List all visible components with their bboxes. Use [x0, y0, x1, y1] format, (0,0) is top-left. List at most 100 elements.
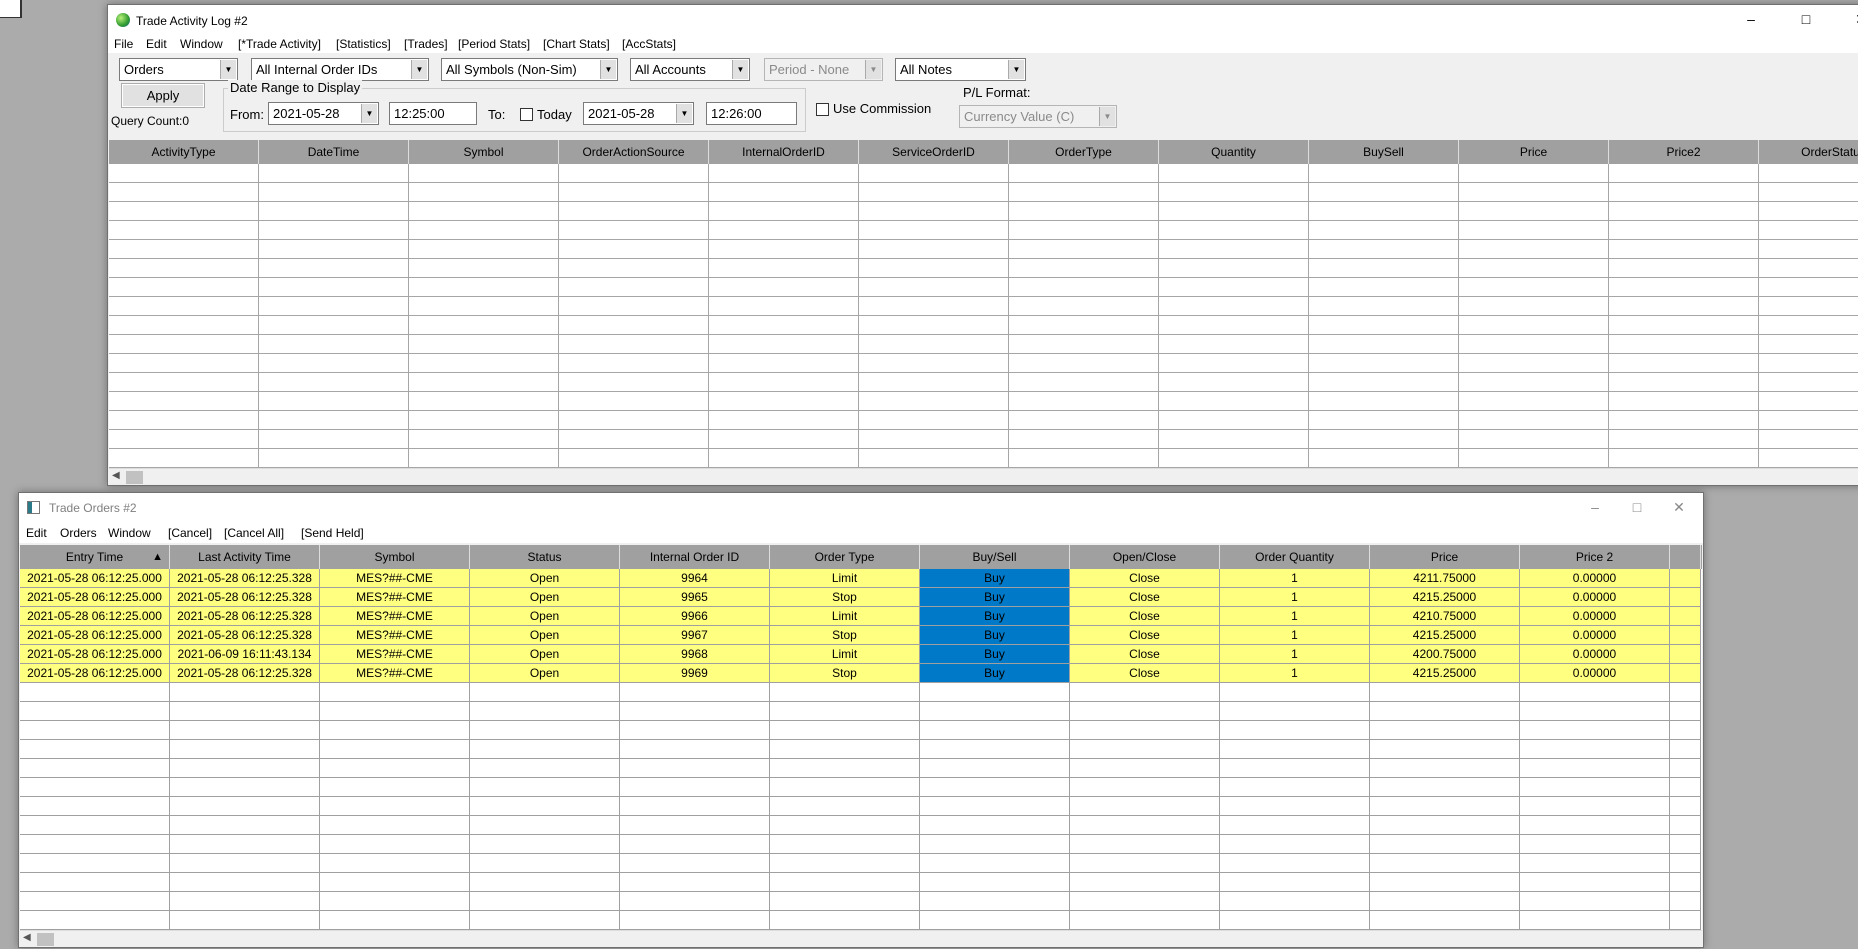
table-cell[interactable]: 9967	[620, 626, 770, 645]
table-cell[interactable]	[259, 259, 409, 278]
table-cell[interactable]	[1370, 873, 1520, 892]
table-cell[interactable]	[1609, 183, 1759, 202]
table-cell[interactable]: 0.00000	[1520, 626, 1670, 645]
table-cell[interactable]	[859, 183, 1009, 202]
table-cell[interactable]	[409, 430, 559, 449]
table-cell[interactable]: Close	[1070, 607, 1220, 626]
table-cell[interactable]	[1370, 759, 1520, 778]
table-cell[interactable]	[1459, 221, 1609, 240]
table-cell[interactable]	[259, 221, 409, 240]
table-cell[interactable]: 2021-05-28 06:12:25.000	[20, 607, 170, 626]
table-cell[interactable]: MES?##-CME	[320, 607, 470, 626]
table-row[interactable]	[109, 297, 1858, 316]
table-row[interactable]	[109, 411, 1858, 430]
column-header[interactable]: Price2	[1609, 140, 1759, 164]
table-cell[interactable]: Open	[470, 569, 620, 588]
table-cell[interactable]	[20, 683, 170, 702]
table-cell[interactable]	[1520, 873, 1670, 892]
table-cell[interactable]	[1309, 221, 1459, 240]
table-cell[interactable]	[709, 297, 859, 316]
table-cell[interactable]: 9964	[620, 569, 770, 588]
table-cell[interactable]: Close	[1070, 569, 1220, 588]
table-cell[interactable]	[1609, 373, 1759, 392]
table-cell[interactable]: Stop	[770, 588, 920, 607]
table-cell[interactable]	[709, 392, 859, 411]
menu-period-stats[interactable]: [Period Stats]	[458, 37, 530, 51]
use-commission-checkbox[interactable]	[816, 103, 829, 116]
menu-cancel[interactable]: [Cancel]	[168, 526, 212, 540]
table-cell[interactable]: 4215.25000	[1370, 626, 1520, 645]
table-cell[interactable]	[770, 911, 920, 930]
table-cell[interactable]: MES?##-CME	[320, 569, 470, 588]
table-cell[interactable]	[1520, 854, 1670, 873]
table-cell[interactable]	[470, 740, 620, 759]
table-cell[interactable]	[559, 354, 709, 373]
table-cell[interactable]	[1220, 911, 1370, 930]
table-cell[interactable]	[559, 316, 709, 335]
table-cell[interactable]	[320, 778, 470, 797]
table-cell[interactable]: Stop	[770, 664, 920, 683]
table-cell[interactable]	[709, 335, 859, 354]
column-header[interactable]: BuySell	[1309, 140, 1459, 164]
table-cell[interactable]	[1459, 392, 1609, 411]
table-cell[interactable]	[409, 278, 559, 297]
table-cell[interactable]	[859, 411, 1009, 430]
table-cell[interactable]	[1220, 816, 1370, 835]
table-cell[interactable]	[1009, 335, 1159, 354]
table-cell[interactable]	[1520, 721, 1670, 740]
table-cell[interactable]	[1159, 202, 1309, 221]
table-cell[interactable]: Buy	[920, 569, 1070, 588]
table-cell[interactable]	[170, 797, 320, 816]
table-cell[interactable]: 4210.75000	[1370, 607, 1520, 626]
table-cell[interactable]	[1609, 202, 1759, 221]
table-cell[interactable]	[1370, 816, 1520, 835]
scroll-left-icon[interactable]: ◀	[23, 932, 31, 943]
column-header[interactable]: Status	[470, 545, 620, 569]
table-cell[interactable]	[1009, 297, 1159, 316]
table-cell[interactable]	[559, 335, 709, 354]
table-cell[interactable]: Buy	[920, 645, 1070, 664]
table-row[interactable]	[109, 392, 1858, 411]
table-cell[interactable]	[109, 392, 259, 411]
table-cell[interactable]	[620, 873, 770, 892]
table-cell[interactable]	[1459, 278, 1609, 297]
table-row[interactable]: 2021-05-28 06:12:25.000 2021-05-28 06:12:…	[20, 588, 1702, 607]
table-cell[interactable]: 2021-05-28 06:12:25.328	[170, 664, 320, 683]
table-cell[interactable]	[1759, 392, 1858, 411]
table-cell[interactable]	[259, 354, 409, 373]
table-cell[interactable]	[859, 240, 1009, 259]
table-cell[interactable]	[1309, 354, 1459, 373]
table-cell[interactable]: 4215.25000	[1370, 664, 1520, 683]
table-cell[interactable]	[1070, 721, 1220, 740]
table-cell[interactable]	[770, 873, 920, 892]
table-cell[interactable]	[859, 392, 1009, 411]
table-cell[interactable]: 2021-05-28 06:12:25.328	[170, 607, 320, 626]
table-cell[interactable]	[1759, 278, 1858, 297]
table-cell[interactable]	[20, 873, 170, 892]
table-cell[interactable]	[409, 164, 559, 183]
table-row[interactable]	[109, 430, 1858, 449]
table-cell[interactable]	[1759, 240, 1858, 259]
table-cell[interactable]	[1159, 449, 1309, 468]
table-cell[interactable]	[1459, 335, 1609, 354]
column-header[interactable]: Symbol	[409, 140, 559, 164]
table-cell[interactable]	[1009, 430, 1159, 449]
table-cell[interactable]	[1309, 373, 1459, 392]
trade-orders-grid[interactable]: Entry Time ▲ Last Activity Time Symbol Statu…	[20, 545, 1702, 930]
table-cell[interactable]: 0.00000	[1520, 569, 1670, 588]
internal-order-id-select[interactable]: All Internal Order IDs ▼	[251, 58, 429, 81]
table-cell[interactable]	[1070, 702, 1220, 721]
table-cell[interactable]: MES?##-CME	[320, 664, 470, 683]
table-cell[interactable]: 2021-05-28 06:12:25.000	[20, 664, 170, 683]
table-cell[interactable]	[1220, 778, 1370, 797]
table-cell[interactable]	[770, 721, 920, 740]
table-cell[interactable]	[259, 373, 409, 392]
table-cell[interactable]	[320, 892, 470, 911]
table-row[interactable]	[109, 164, 1858, 183]
column-header[interactable]: Order Quantity	[1220, 545, 1370, 569]
table-cell[interactable]	[1309, 392, 1459, 411]
table-cell[interactable]	[1009, 392, 1159, 411]
table-row[interactable]: 2021-05-28 06:12:25.000 2021-05-28 06:12:…	[20, 569, 1702, 588]
minimize-button[interactable]: –	[1741, 11, 1761, 27]
table-cell[interactable]	[1459, 259, 1609, 278]
